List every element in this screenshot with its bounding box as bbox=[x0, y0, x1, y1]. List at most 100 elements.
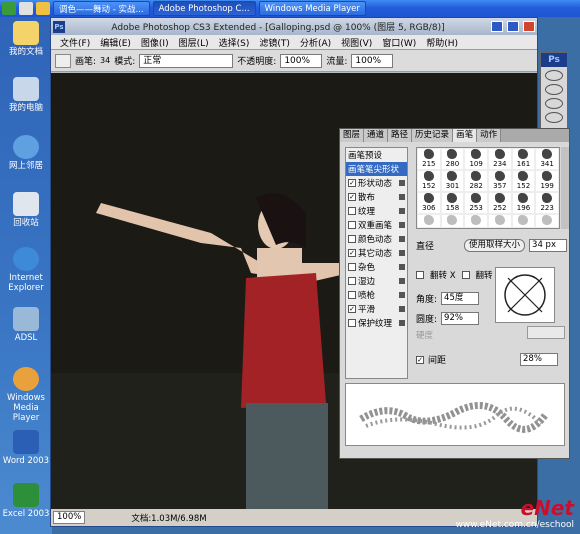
smoothing-item[interactable]: ✓ 平滑 bbox=[346, 302, 407, 316]
brush-tip[interactable]: 161 bbox=[511, 148, 536, 170]
menu-view[interactable]: 视图(V) bbox=[336, 36, 377, 49]
start-icon[interactable] bbox=[2, 2, 16, 15]
noise-item[interactable]: 杂色 bbox=[346, 260, 407, 274]
angle-input[interactable]: 45度 bbox=[441, 292, 480, 305]
brush-tip[interactable]: 234 bbox=[487, 148, 512, 170]
brush-tip-shape-item[interactable]: 画笔笔尖形状 bbox=[346, 162, 407, 176]
brush-tip[interactable] bbox=[417, 214, 441, 228]
flow-input[interactable]: 100% bbox=[351, 53, 394, 68]
brush-tip[interactable] bbox=[464, 214, 488, 228]
checkbox[interactable]: ✓ bbox=[348, 249, 356, 257]
zoom-field[interactable]: 100% bbox=[53, 511, 86, 524]
spacing-input[interactable]: 28% bbox=[520, 353, 559, 366]
shape-dynamics-item[interactable]: ✓ 形状动态 bbox=[346, 176, 407, 190]
use-sample-size-button[interactable]: 使用取样大小 bbox=[464, 239, 526, 252]
brush-tip[interactable]: 152 bbox=[511, 170, 536, 192]
brush-tip[interactable]: 109 bbox=[464, 148, 488, 170]
checkbox[interactable] bbox=[348, 291, 356, 299]
brush-tip[interactable]: 199 bbox=[535, 170, 559, 192]
checkbox[interactable] bbox=[348, 221, 356, 229]
brush-tip[interactable]: 357 bbox=[487, 170, 512, 192]
taskbar-item-photoshop[interactable]: Adobe Photoshop C... bbox=[152, 1, 256, 16]
quicklaunch-icon[interactable] bbox=[19, 2, 33, 15]
protect-texture-item[interactable]: 保护纹理 bbox=[346, 316, 407, 330]
flip-y-checkbox[interactable] bbox=[461, 271, 470, 279]
tab-layers[interactable]: 图层 bbox=[340, 129, 365, 142]
quicklaunch-icon[interactable] bbox=[36, 2, 50, 15]
brush-tip[interactable]: 196 bbox=[511, 192, 536, 214]
brush-tip[interactable]: 282 bbox=[464, 170, 488, 192]
taskbar-item-media-player[interactable]: Windows Media Player bbox=[258, 1, 366, 16]
brush-grid-scrollbar[interactable] bbox=[561, 147, 569, 229]
desktop-icon-wmp[interactable]: Windows Media Player bbox=[2, 367, 50, 423]
checkbox[interactable]: ✓ bbox=[348, 193, 356, 201]
maximize-icon[interactable] bbox=[507, 21, 519, 32]
minimize-icon[interactable] bbox=[491, 21, 503, 32]
tab-paths[interactable]: 路径 bbox=[388, 129, 413, 142]
texture-item[interactable]: 纹理 bbox=[346, 204, 407, 218]
brush-tip[interactable]: 152 bbox=[417, 170, 441, 192]
brush-tip[interactable]: 215 bbox=[417, 148, 441, 170]
brush-tip[interactable]: 341 bbox=[535, 148, 559, 170]
brush-tip[interactable]: 306 bbox=[417, 192, 441, 214]
checkbox[interactable] bbox=[348, 277, 356, 285]
wet-edges-item[interactable]: 湿边 bbox=[346, 274, 407, 288]
menu-edit[interactable]: 编辑(E) bbox=[95, 36, 136, 49]
desktop-icon-excel[interactable]: Excel 2003 bbox=[2, 483, 50, 519]
menu-window[interactable]: 窗口(W) bbox=[377, 36, 421, 49]
checkbox[interactable]: ✓ bbox=[348, 179, 356, 187]
checkbox[interactable] bbox=[348, 319, 356, 327]
taskbar-item-tutorial[interactable]: 调色——舞动 - 实战... bbox=[53, 1, 150, 16]
desktop-icon-network[interactable]: 网上邻居 bbox=[2, 135, 50, 171]
mode-select[interactable]: 正常 bbox=[139, 53, 234, 68]
checkbox[interactable] bbox=[348, 207, 356, 215]
brush-tip[interactable]: 253 bbox=[464, 192, 488, 214]
flip-x-checkbox[interactable] bbox=[416, 271, 424, 279]
brush-tip[interactable]: 252 bbox=[487, 192, 512, 214]
brush-tip[interactable] bbox=[535, 214, 559, 228]
desktop-icon-my-computer[interactable]: 我的电脑 bbox=[2, 77, 50, 113]
checkbox[interactable] bbox=[348, 235, 356, 243]
tab-brushes[interactable]: 画笔 bbox=[453, 129, 478, 142]
brush-tip[interactable]: 158 bbox=[440, 192, 465, 214]
desktop-icon-ie[interactable]: Internet Explorer bbox=[2, 247, 50, 293]
brush-tip[interactable] bbox=[511, 214, 536, 228]
tab-actions[interactable]: 动作 bbox=[477, 129, 502, 142]
tab-history[interactable]: 历史记录 bbox=[412, 129, 454, 142]
menu-layer[interactable]: 图层(L) bbox=[174, 36, 214, 49]
menu-analysis[interactable]: 分析(A) bbox=[295, 36, 336, 49]
dual-brush-item[interactable]: 双重画笔 bbox=[346, 218, 407, 232]
tab-channels[interactable]: 通道 bbox=[364, 129, 389, 142]
brush-size-picker[interactable]: 34 bbox=[100, 56, 110, 65]
magic-wand-tool-icon[interactable] bbox=[545, 112, 563, 123]
brush-tip[interactable] bbox=[487, 214, 512, 228]
menu-filter[interactable]: 滤镜(T) bbox=[254, 36, 295, 49]
brush-tip[interactable]: 301 bbox=[440, 170, 465, 192]
menu-select[interactable]: 选择(S) bbox=[214, 36, 255, 49]
roundness-input[interactable]: 92% bbox=[441, 312, 480, 325]
opacity-input[interactable]: 100% bbox=[280, 53, 323, 68]
brush-tip[interactable] bbox=[440, 214, 465, 228]
desktop-icon-recycle-bin[interactable]: 回收站 bbox=[2, 192, 50, 228]
color-dynamics-item[interactable]: 颜色动态 bbox=[346, 232, 407, 246]
desktop-icon-word[interactable]: Word 2003 bbox=[2, 430, 50, 466]
desktop-icon-adsl[interactable]: ADSL bbox=[2, 307, 50, 343]
move-tool-icon[interactable] bbox=[545, 70, 563, 81]
document-size[interactable]: 文档:1.03M/6.98M bbox=[131, 512, 206, 524]
checkbox[interactable]: ✓ bbox=[348, 305, 356, 313]
desktop-icon-my-documents[interactable]: 我的文档 bbox=[2, 21, 50, 57]
other-dynamics-item[interactable]: ✓ 其它动态 bbox=[346, 246, 407, 260]
marquee-tool-icon[interactable] bbox=[545, 84, 563, 95]
menu-help[interactable]: 帮助(H) bbox=[421, 36, 463, 49]
close-icon[interactable] bbox=[523, 21, 535, 32]
checkbox[interactable] bbox=[348, 263, 356, 271]
menu-file[interactable]: 文件(F) bbox=[55, 36, 95, 49]
angle-roundness-widget[interactable] bbox=[495, 267, 555, 323]
brush-tip[interactable]: 223 bbox=[535, 192, 559, 214]
brush-tip[interactable]: 280 bbox=[440, 148, 465, 170]
title-bar[interactable]: Ps Adobe Photoshop CS3 Extended - [Gallo… bbox=[51, 18, 537, 35]
scattering-item[interactable]: ✓ 散布 bbox=[346, 190, 407, 204]
diameter-input[interactable]: 34 px bbox=[529, 239, 568, 252]
lasso-tool-icon[interactable] bbox=[545, 98, 563, 109]
brush-tool-icon[interactable] bbox=[55, 53, 71, 68]
